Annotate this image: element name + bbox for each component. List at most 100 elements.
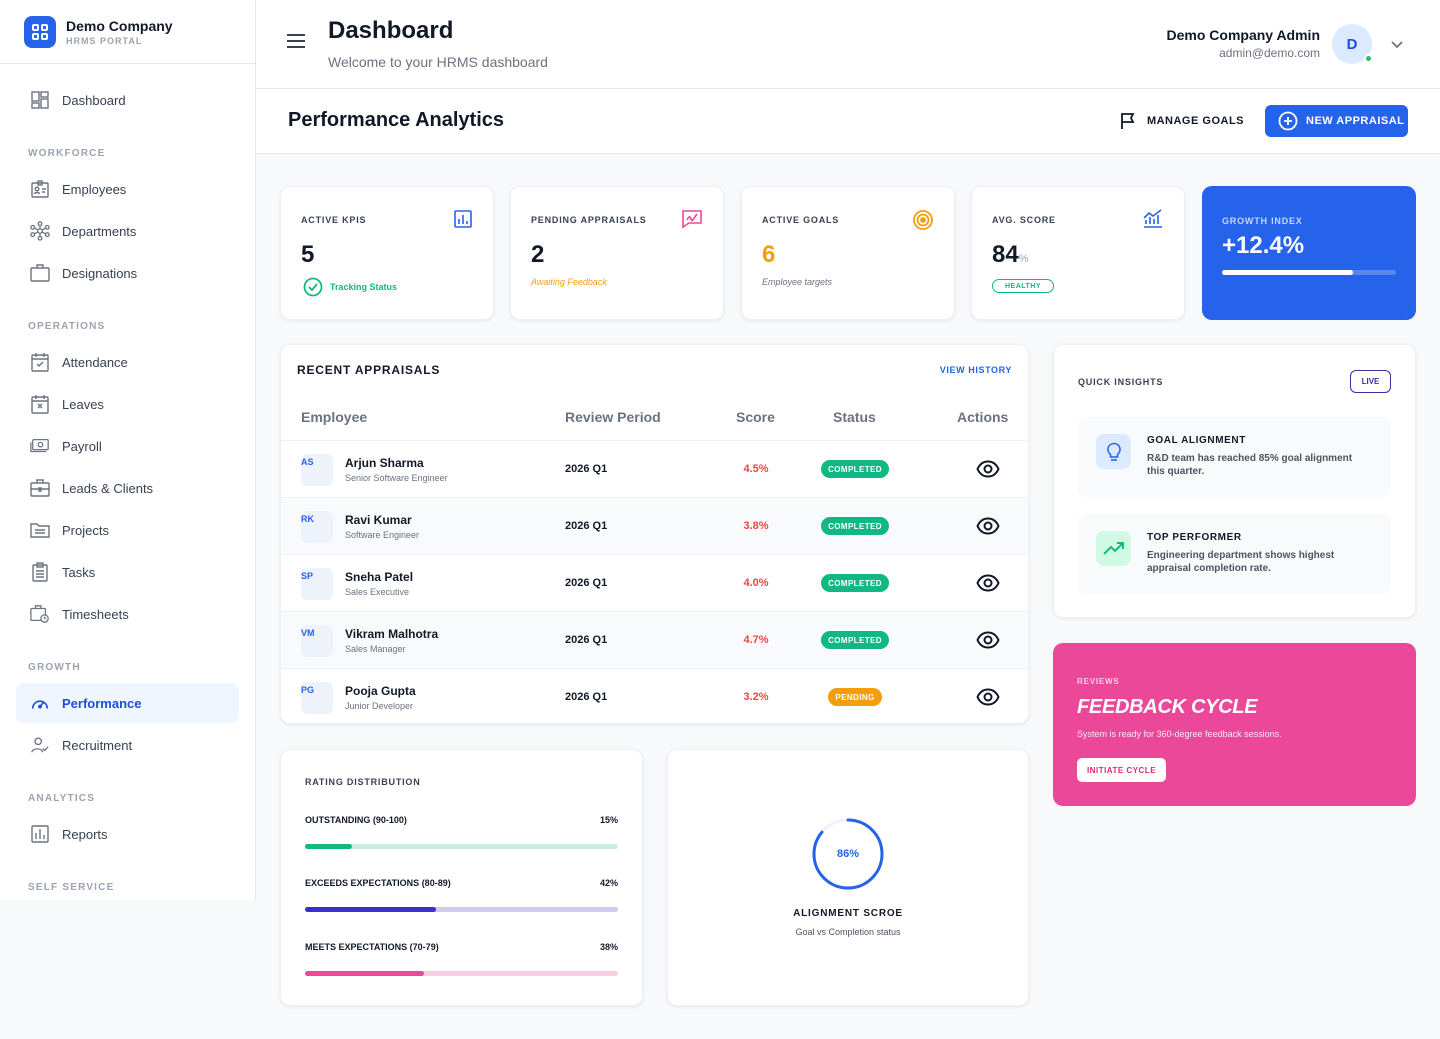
stat-card-goals: ACTIVE GOALS 6 Employee targets xyxy=(741,186,955,320)
sidebar-item-leads[interactable]: Leads & Clients xyxy=(16,468,239,508)
sidebar-item-employees[interactable]: Employees xyxy=(16,169,239,209)
user-info[interactable]: Demo Company Admin admin@demo.com xyxy=(1167,27,1321,60)
sidebar-item-tasks[interactable]: Tasks xyxy=(16,552,239,592)
sidebar-item-recruitment[interactable]: Recruitment xyxy=(16,725,239,765)
column-header: Review Period xyxy=(565,409,661,425)
score-value: 84 xyxy=(992,241,1019,268)
stat-value: 84% xyxy=(992,241,1028,269)
stat-label: AVG. SCORE xyxy=(992,215,1056,225)
rating-percent: 38% xyxy=(599,942,618,952)
stat-value: 2 xyxy=(531,241,545,268)
stat-card-growth: GROWTH INDEX +12.4% xyxy=(1202,186,1416,320)
stat-label: ACTIVE KPIS xyxy=(301,215,367,225)
new-appraisal-button[interactable]: NEW APPRAISAL xyxy=(1265,105,1408,137)
growth-value: +12.4% xyxy=(1222,232,1305,259)
view-eye-icon[interactable] xyxy=(976,573,1000,598)
review-period: 2026 Q1 xyxy=(565,463,608,475)
avatar[interactable]: D xyxy=(1332,24,1373,64)
score: 4.0% xyxy=(743,577,769,589)
insight-title: GOAL ALIGNMENT xyxy=(1147,435,1246,446)
briefcase-alt-icon xyxy=(30,478,50,498)
page-title: Dashboard xyxy=(328,17,454,44)
sidebar-item-label: Recruitment xyxy=(62,737,133,753)
sidebar-item-label: Leads & Clients xyxy=(62,480,154,496)
employee-initials: AS xyxy=(301,454,333,486)
rating-fill xyxy=(305,971,424,976)
card-title: RECENT APPRAISALS xyxy=(297,363,441,377)
section-header: Performance Analytics MANAGE GOALS NEW A… xyxy=(256,89,1440,154)
employee-role: Junior Developer xyxy=(345,701,414,711)
alignment-score-card: 86% ALIGNMENT SCROE Goal vs Completion s… xyxy=(667,749,1029,1006)
sidebar-item-label: Employees xyxy=(62,181,127,197)
table-row[interactable]: PG Pooja Gupta Junior Developer 2026 Q1 … xyxy=(281,668,1028,723)
view-eye-icon[interactable] xyxy=(976,630,1000,655)
sidebar-item-label: Leaves xyxy=(62,396,104,412)
sidebar-item-label: Projects xyxy=(62,522,109,538)
folder-icon xyxy=(30,520,50,540)
clipboard-icon xyxy=(30,562,50,582)
check-circle-icon xyxy=(303,277,323,297)
table-row[interactable]: RK Ravi Kumar Software Engineer 2026 Q1 … xyxy=(281,497,1028,554)
rating-percent: 15% xyxy=(599,815,618,825)
table-row[interactable]: SP Sneha Patel Sales Executive 2026 Q1 4… xyxy=(281,554,1028,611)
quick-insights-card: QUICK INSIGHTS LIVE GOAL ALIGNMENT R&D t… xyxy=(1053,344,1416,618)
chevron-down-icon[interactable] xyxy=(1390,36,1404,54)
stat-label: ACTIVE GOALS xyxy=(762,215,840,225)
insight-item[interactable]: TOP PERFORMER Engineering department sho… xyxy=(1078,514,1391,594)
view-history-link[interactable]: VIEW HISTORY xyxy=(940,365,1012,375)
top-header: Dashboard Welcome to your HRMS dashboard… xyxy=(256,0,1440,89)
rating-label: MEETS EXPECTATIONS (70-79) xyxy=(305,942,439,952)
insight-title: TOP PERFORMER xyxy=(1147,532,1242,543)
rating-percent: 42% xyxy=(599,878,618,888)
table-row[interactable]: VM Vikram Malhotra Sales Manager 2026 Q1… xyxy=(281,611,1028,668)
network-icon xyxy=(30,221,50,241)
view-eye-icon[interactable] xyxy=(976,687,1000,712)
new-appraisal-label: NEW APPRAISAL xyxy=(1306,115,1405,127)
stat-card-kpis: ACTIVE KPIS 5 Tracking Status xyxy=(280,186,494,320)
employee-name: Sneha Patel xyxy=(345,570,414,584)
sidebar-item-attendance[interactable]: Attendance xyxy=(16,342,239,382)
score-unit: % xyxy=(1018,253,1029,265)
rating-fill xyxy=(305,844,352,849)
stat-foot: Employee targets xyxy=(762,277,833,287)
sidebar-item-label: Payroll xyxy=(62,438,102,454)
online-status-dot xyxy=(1364,54,1373,63)
trend-chart-icon xyxy=(1142,209,1164,234)
sidebar-item-designations[interactable]: Designations xyxy=(16,253,239,293)
bar-chart-icon xyxy=(453,209,473,234)
feedback-cycle-card: REVIEWS FEEDBACK CYCLE System is ready f… xyxy=(1053,643,1416,806)
sidebar-nav: Dashboard WORKFORCE Employees Department… xyxy=(0,64,255,903)
status-badge: PENDING xyxy=(828,688,882,706)
stat-label: PENDING APPRAISALS xyxy=(531,215,647,225)
status-badge: COMPLETED xyxy=(821,517,889,535)
sidebar-item-departments[interactable]: Departments xyxy=(16,211,239,251)
sidebar: Demo Company HRMS PORTAL Dashboard WORKF… xyxy=(0,0,256,900)
brand[interactable]: Demo Company HRMS PORTAL xyxy=(0,0,255,64)
sidebar-item-label: Performance xyxy=(62,695,142,711)
sidebar-item-leaves[interactable]: Leaves xyxy=(16,384,239,424)
card-title: QUICK INSIGHTS xyxy=(1078,377,1164,387)
sidebar-item-projects[interactable]: Projects xyxy=(16,510,239,550)
employee-role: Sales Manager xyxy=(345,644,406,654)
app-grid-icon xyxy=(24,15,56,48)
employee-role: Software Engineer xyxy=(345,530,420,540)
table-row[interactable]: AS Arjun Sharma Senior Software Engineer… xyxy=(281,440,1028,497)
rating-track xyxy=(305,907,618,912)
sidebar-item-dashboard[interactable]: Dashboard xyxy=(16,80,239,120)
sidebar-item-payroll[interactable]: Payroll xyxy=(16,426,239,466)
page-subtitle: Welcome to your HRMS dashboard xyxy=(328,54,548,70)
sidebar-item-reports[interactable]: Reports xyxy=(16,814,239,854)
menu-icon[interactable] xyxy=(286,33,306,54)
alignment-subtitle: Goal vs Completion status xyxy=(795,927,901,937)
section-title: Performance Analytics xyxy=(288,109,505,131)
sidebar-item-label: Reports xyxy=(62,826,108,842)
sidebar-item-performance[interactable]: Performance xyxy=(16,683,239,723)
view-eye-icon[interactable] xyxy=(976,459,1000,484)
insight-item[interactable]: GOAL ALIGNMENT R&D team has reached 85% … xyxy=(1078,417,1391,497)
sidebar-item-timesheets[interactable]: Timesheets xyxy=(16,594,239,634)
sidebar-item-label: Designations xyxy=(62,265,138,281)
manage-goals-button[interactable]: MANAGE GOALS xyxy=(1119,111,1244,131)
view-eye-icon[interactable] xyxy=(976,516,1000,541)
initiate-cycle-button[interactable]: INITIATE CYCLE xyxy=(1077,758,1166,782)
review-period: 2026 Q1 xyxy=(565,691,608,703)
